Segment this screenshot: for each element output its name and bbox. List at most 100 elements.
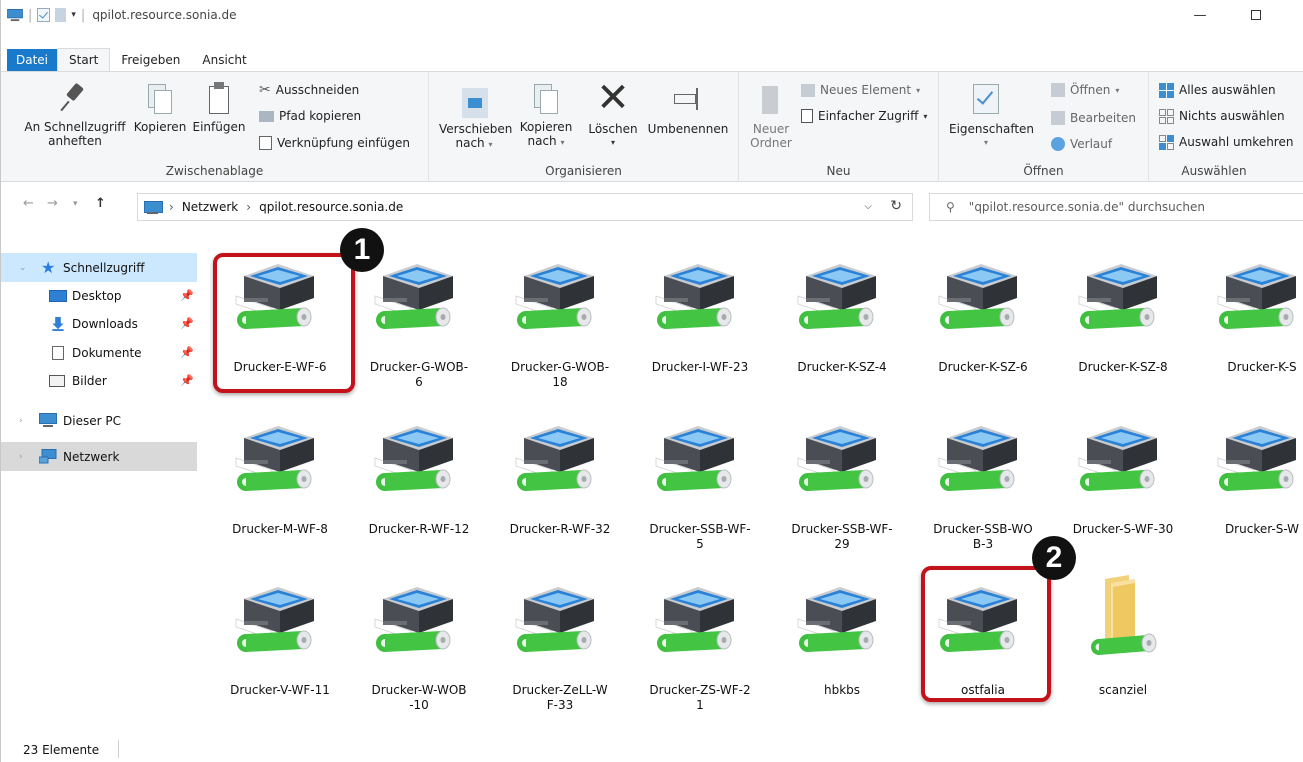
pin-icon[interactable]: 📌 xyxy=(180,346,194,359)
easy-access-icon xyxy=(801,109,813,123)
select-all-button[interactable]: Alles auswählen xyxy=(1159,80,1276,100)
copy-button[interactable]: Kopieren xyxy=(132,78,188,134)
ribbon: An Schnellzugriff anheften Kopieren Einf… xyxy=(1,71,1303,182)
pictures-icon xyxy=(49,374,65,387)
properties-qat-icon[interactable] xyxy=(37,8,51,22)
network-share-item[interactable]: Drucker-W-WOB -10 xyxy=(353,573,485,713)
breadcrumb-host[interactable]: qpilot.resource.sonia.de xyxy=(259,200,403,214)
nav-item-quick-access[interactable]: ⌄ ★ Schnellzugriff xyxy=(1,253,197,282)
open-button[interactable]: Öffnen ▾ xyxy=(1051,80,1119,100)
history-button[interactable]: Verlauf xyxy=(1051,134,1112,154)
item-label: Drucker-ZeLL-W xyxy=(512,683,608,697)
expand-chevron-icon[interactable]: › xyxy=(19,452,23,462)
new-item-icon xyxy=(801,83,815,97)
tab-freigeben[interactable]: Freigeben xyxy=(110,49,191,71)
desktop-icon xyxy=(49,290,67,302)
cut-button[interactable]: ✂ Ausschneiden xyxy=(259,80,359,100)
item-count: 23 Elemente xyxy=(23,743,100,757)
customize-qat-dropdown-icon[interactable]: ▾ xyxy=(71,10,76,20)
network-share-item[interactable]: Drucker-G-WOB- 6 xyxy=(353,250,485,390)
easy-access-label: Einfacher Zugriff xyxy=(818,109,919,123)
address-bar[interactable]: › Netzwerk › qpilot.resource.sonia.de ⌵ … xyxy=(137,193,913,221)
address-dropdown-chevron-icon[interactable]: ⌵ xyxy=(864,201,872,212)
new-folder-button[interactable]: Neuer Ordner xyxy=(747,78,795,150)
maximize-button[interactable] xyxy=(1233,0,1279,30)
tab-datei[interactable]: Datei xyxy=(7,49,58,71)
nav-item-pictures[interactable]: Bilder 📌 xyxy=(1,366,197,395)
edit-button[interactable]: Bearbeiten xyxy=(1051,108,1136,128)
tab-start[interactable]: Start xyxy=(57,48,111,71)
network-share-item[interactable]: Drucker-S-W xyxy=(1196,412,1303,552)
collapse-chevron-icon[interactable]: ⌄ xyxy=(19,263,27,273)
chevron-down-icon: ▾ xyxy=(916,85,921,95)
recent-locations-chevron-icon[interactable]: ▾ xyxy=(73,199,78,209)
paste-label: Einfügen xyxy=(192,120,246,134)
properties-button[interactable]: Eigenschaften ▾ xyxy=(949,78,1034,150)
network-share-item[interactable]: Drucker-K-SZ-6 xyxy=(917,250,1049,390)
item-label-line2: 29 xyxy=(834,537,850,551)
minimize-button[interactable]: — xyxy=(1177,0,1223,30)
network-share-item[interactable]: scanziel xyxy=(1057,573,1189,713)
nav-item-desktop[interactable]: Desktop 📌 xyxy=(1,281,197,310)
nav-item-this-pc[interactable]: › Dieser PC xyxy=(1,406,197,435)
new-item-button[interactable]: Neues Element ▾ xyxy=(801,80,920,100)
network-share-item[interactable]: Drucker-K-S xyxy=(1196,250,1303,390)
network-share-item[interactable]: Drucker-K-SZ-8 xyxy=(1057,250,1189,390)
network-share-item[interactable]: Drucker-SSB-WF- 29 xyxy=(776,412,908,552)
nav-item-documents[interactable]: Dokumente 📌 xyxy=(1,338,197,367)
network-share-item[interactable]: hbkbs xyxy=(776,573,908,713)
invert-selection-icon xyxy=(1159,134,1174,150)
move-to-button[interactable]: Verschieben nach ▾ xyxy=(439,78,513,152)
network-share-item[interactable]: Drucker-K-SZ-4 xyxy=(776,250,908,390)
chevron-down-icon: ▾ xyxy=(923,111,928,121)
network-share-item[interactable]: Drucker-M-WF-8 xyxy=(214,412,346,552)
item-label: hbkbs xyxy=(823,683,861,697)
up-arrow-icon[interactable]: ↑ xyxy=(95,196,106,211)
search-box[interactable]: ⚲ "qpilot.resource.sonia.de" durchsuchen xyxy=(929,193,1303,221)
network-share-item[interactable]: Drucker-I-WF-23 xyxy=(634,250,766,390)
pin-icon[interactable]: 📌 xyxy=(180,374,194,387)
network-share-item[interactable]: Drucker-ZeLL-W F-33 xyxy=(494,573,626,713)
network-share-item[interactable]: Drucker-V-WF-11 xyxy=(214,573,346,713)
move-label-line1: Verschieben xyxy=(439,122,513,136)
copy-to-button[interactable]: Kopieren nach ▾ xyxy=(515,78,577,150)
network-share-item[interactable]: Drucker-S-WF-30 xyxy=(1057,412,1189,552)
nav-item-network[interactable]: › Netzwerk xyxy=(1,442,197,471)
easy-access-button[interactable]: Einfacher Zugriff ▾ xyxy=(801,106,927,126)
pin-icon[interactable]: 📌 xyxy=(180,317,194,330)
rename-button[interactable]: Umbenennen xyxy=(647,78,729,136)
path-icon xyxy=(259,110,274,122)
item-label: Drucker-ZS-WF-2 xyxy=(649,683,751,697)
printer-icon xyxy=(650,250,744,336)
item-label-line2: 1 xyxy=(696,698,704,712)
invert-selection-button[interactable]: Auswahl umkehren xyxy=(1159,132,1293,152)
status-divider xyxy=(118,740,119,758)
paste-shortcut-button[interactable]: Verknüpfung einfügen xyxy=(259,133,410,153)
network-share-item[interactable]: Drucker-SSB-WO B-3 xyxy=(917,412,1049,552)
new-folder-qat-icon[interactable] xyxy=(55,8,67,22)
delete-button[interactable]: ✕ Löschen ▾ xyxy=(585,78,641,150)
select-none-button[interactable]: Nichts auswählen xyxy=(1159,106,1285,126)
network-share-item[interactable]: Drucker-R-WF-32 xyxy=(494,412,626,552)
network-share-item[interactable]: Drucker-G-WOB- 18 xyxy=(494,250,626,390)
tab-ansicht[interactable]: Ansicht xyxy=(191,49,257,71)
breadcrumb-separator-icon[interactable]: › xyxy=(169,200,174,214)
copy-to-label-line2: nach xyxy=(527,134,557,148)
expand-chevron-icon[interactable]: › xyxy=(19,416,23,426)
paste-button[interactable]: Einfügen xyxy=(190,78,248,134)
network-share-item[interactable]: Drucker-SSB-WF- 5 xyxy=(634,412,766,552)
network-share-item[interactable]: Drucker-R-WF-12 xyxy=(353,412,485,552)
refresh-icon[interactable]: ↻ xyxy=(890,198,902,214)
copy-path-button[interactable]: Pfad kopieren xyxy=(259,106,361,126)
breadcrumb-separator-icon[interactable]: › xyxy=(246,200,251,214)
pin-icon[interactable]: 📌 xyxy=(180,289,194,302)
pin-quick-access-button[interactable]: An Schnellzugriff anheften xyxy=(19,78,131,148)
network-share-item[interactable]: Drucker-ZS-WF-2 1 xyxy=(634,573,766,713)
nav-item-downloads[interactable]: Downloads 📌 xyxy=(1,309,197,338)
back-arrow-icon[interactable]: ← xyxy=(23,196,34,211)
breadcrumb-network[interactable]: Netzwerk xyxy=(182,200,238,214)
scissors-icon: ✂ xyxy=(259,82,271,98)
printer-icon xyxy=(792,573,886,659)
forward-arrow-icon[interactable]: → xyxy=(47,196,58,211)
maximize-icon xyxy=(1251,10,1261,20)
